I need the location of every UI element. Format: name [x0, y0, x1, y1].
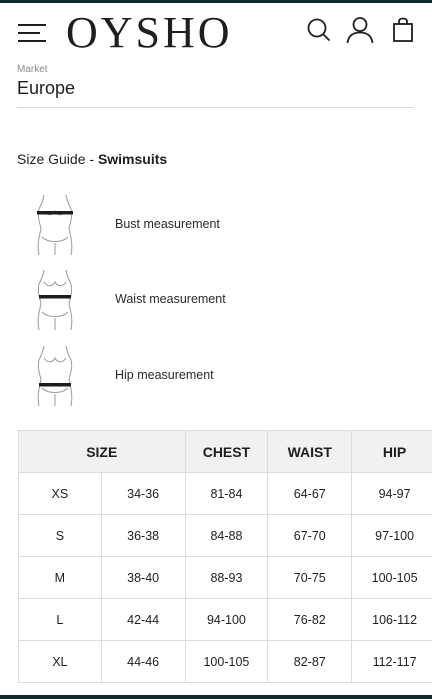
- column-header: HIP: [351, 430, 432, 473]
- column-header: SIZE: [18, 430, 186, 473]
- waist-cell: 76-82: [267, 598, 353, 641]
- menu-icon[interactable]: [18, 23, 48, 45]
- waist-cell: 82-87: [267, 640, 353, 683]
- hip-cell: 97-100: [351, 514, 432, 557]
- chest-cell: 94-100: [184, 598, 269, 641]
- waist-measurement-label: Waist measurement: [115, 292, 226, 306]
- shopping-bag-icon[interactable]: [392, 17, 414, 43]
- table-header-row: SIZE CHEST WAIST HIP: [18, 430, 432, 473]
- size-cell: XL: [18, 640, 102, 683]
- chest-cell: 88-93: [184, 556, 269, 599]
- hip-measurement-item: Hip measurement: [30, 344, 330, 410]
- title-prefix: Size Guide -: [17, 151, 98, 167]
- table-row: S 36-38 84-88 67-70 97-100: [18, 514, 432, 557]
- hip-figure-icon: [37, 345, 73, 407]
- bust-figure-icon: [37, 194, 73, 256]
- waist-cell: 70-75: [267, 556, 353, 599]
- brand-logo[interactable]: OYSHO: [66, 8, 233, 58]
- table-row: L 42-44 94-100 76-82 106-112: [18, 598, 432, 641]
- hip-cell: 94-97: [351, 472, 432, 515]
- size-number-cell: 44-46: [100, 640, 186, 683]
- market-selector[interactable]: Europe: [17, 78, 75, 99]
- hip-measurement-label: Hip measurement: [115, 368, 214, 382]
- size-cell: XS: [18, 472, 102, 515]
- page-title: Size Guide - Swimsuits: [17, 151, 167, 167]
- chest-cell: 81-84: [184, 472, 269, 515]
- chest-cell: 100-105: [184, 640, 269, 683]
- column-header: WAIST: [267, 430, 353, 473]
- size-number-cell: 34-36: [100, 472, 186, 515]
- waist-measurement-item: Waist measurement: [30, 268, 330, 334]
- bottom-frame-bar: [0, 695, 432, 699]
- table-row: XS 34-36 81-84 64-67 94-97: [18, 472, 432, 515]
- size-cell: S: [18, 514, 102, 557]
- bust-measurement-label: Bust measurement: [115, 217, 220, 231]
- size-number-cell: 38-40: [100, 556, 186, 599]
- size-table: SIZE CHEST WAIST HIP XS 34-36 81-84 64-6…: [18, 430, 432, 683]
- table-row: XL 44-46 100-105 82-87 112-117: [18, 640, 432, 683]
- size-number-cell: 36-38: [100, 514, 186, 557]
- title-category: Swimsuits: [97, 151, 168, 167]
- table-row: M 38-40 88-93 70-75 100-105: [18, 556, 432, 599]
- market-label: Market: [17, 64, 48, 75]
- chest-cell: 84-88: [184, 514, 269, 557]
- app-header: OYSHO: [0, 3, 432, 61]
- hip-cell: 106-112: [351, 598, 432, 641]
- hip-cell: 112-117: [351, 640, 432, 683]
- column-header: CHEST: [184, 430, 269, 473]
- size-cell: M: [18, 556, 102, 599]
- waist-cell: 64-67: [267, 472, 353, 515]
- search-icon[interactable]: [306, 17, 332, 43]
- waist-cell: 67-70: [267, 514, 353, 557]
- size-cell: L: [18, 598, 102, 641]
- user-icon[interactable]: [345, 16, 375, 44]
- size-number-cell: 42-44: [100, 598, 186, 641]
- bust-measurement-item: Bust measurement: [30, 193, 330, 259]
- hip-cell: 100-105: [351, 556, 432, 599]
- divider: [17, 107, 414, 108]
- waist-figure-icon: [37, 269, 73, 331]
